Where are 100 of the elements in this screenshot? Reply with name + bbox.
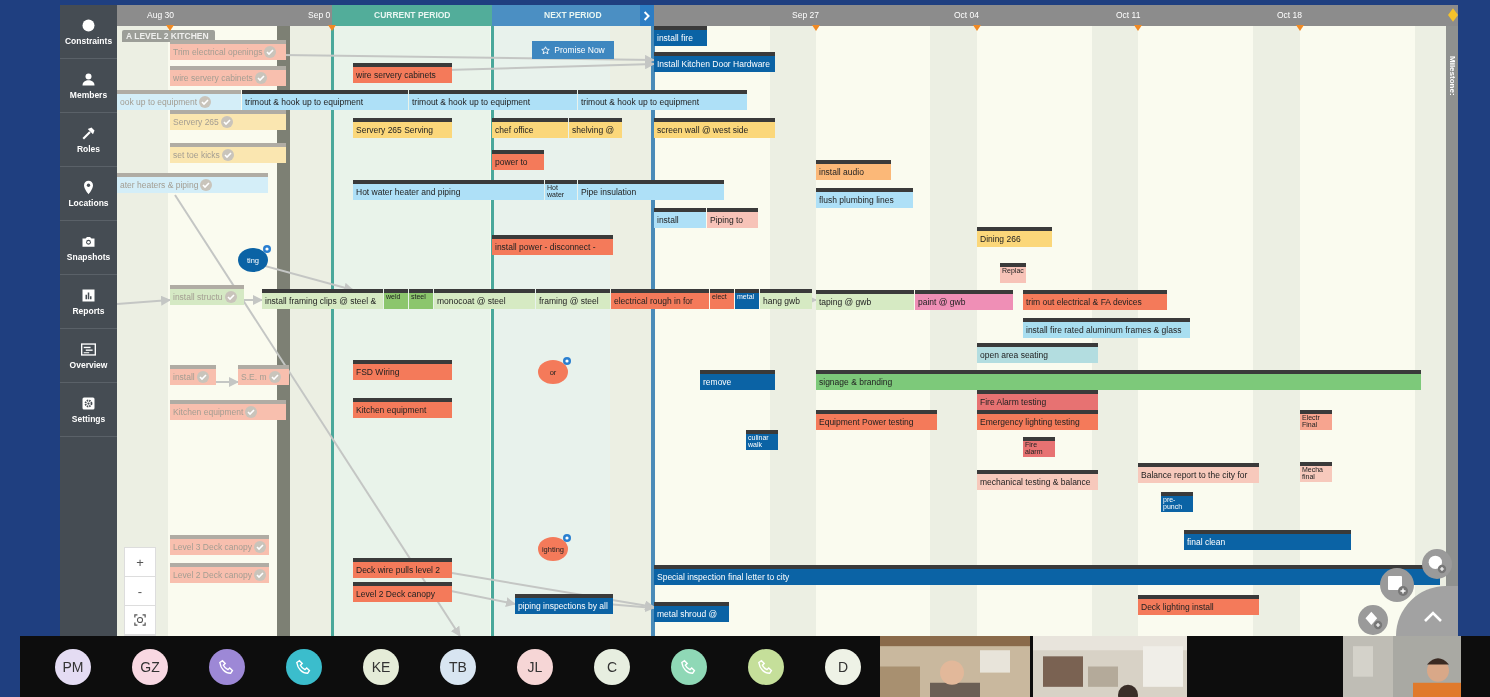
settings-icon <box>81 395 96 411</box>
phone-icon <box>295 657 313 676</box>
task-card[interactable]: final clean <box>1184 530 1351 550</box>
person-icon <box>81 71 96 87</box>
task-card[interactable]: Piping to <box>707 208 758 228</box>
overview-icon <box>81 341 96 357</box>
task-card[interactable]: electrical rough in for <box>611 289 709 309</box>
milestone-diamond-icon <box>1448 7 1458 23</box>
period-label: NEXT PERIOD <box>544 10 602 20</box>
task-card[interactable]: open area seating <box>977 343 1098 363</box>
task-card[interactable]: signage & branding <box>816 370 1421 390</box>
task-card[interactable]: Fire Alarm testing <box>977 390 1098 410</box>
task-card[interactable]: chef office <box>492 118 568 138</box>
participant-avatar[interactable] <box>671 648 707 685</box>
next-button[interactable] <box>640 5 654 26</box>
check-icon <box>264 46 277 58</box>
task-card[interactable]: trim out electrical & FA devices <box>1023 290 1167 310</box>
task-card[interactable]: paint @ gwb <box>915 290 1013 310</box>
task-card[interactable]: Special inspection final letter to city <box>654 565 1440 585</box>
task-card[interactable]: Equipment Power testing <box>816 410 937 430</box>
date-label: Sep 27 <box>792 10 819 20</box>
date-label: Oct 11 <box>1116 10 1141 20</box>
participant-avatar[interactable]: C <box>594 648 630 685</box>
connector-arrow <box>117 295 171 306</box>
task-card[interactable]: install fire <box>654 26 707 46</box>
phone-icon <box>218 657 236 676</box>
check-icon <box>268 371 281 383</box>
task-card[interactable]: framing @ steel <box>536 289 610 309</box>
help-badge-icon <box>563 357 571 365</box>
task-card[interactable]: trimout & hook up to equipment <box>242 90 408 110</box>
task-card[interactable]: install framing clips @ steel & <box>262 289 383 309</box>
star-icon <box>541 45 551 55</box>
task-card[interactable]: mechanical testing & balance <box>977 470 1098 490</box>
participant-avatar[interactable] <box>286 648 322 685</box>
check-icon <box>199 96 212 108</box>
task-card[interactable]: taping @ gwb <box>816 290 914 310</box>
task-card[interactable]: trimout & hook up to equipment <box>409 90 577 110</box>
chevron-right-icon <box>643 10 651 21</box>
task-card[interactable]: wire servery cabinets <box>353 63 452 83</box>
task-card[interactable]: Dining 266 <box>977 227 1052 247</box>
add-icon <box>1363 610 1383 630</box>
task-card[interactable]: Deck wire pulls level 2 <box>353 558 452 578</box>
task-card[interactable]: power to <box>492 150 544 170</box>
add-icon <box>1427 554 1447 574</box>
participant-avatar[interactable]: KE <box>363 648 399 685</box>
date-label: Oct 04 <box>954 10 980 20</box>
phone-icon <box>680 657 698 676</box>
participant-avatar[interactable]: JL <box>517 648 553 685</box>
location-pin-icon <box>81 179 96 195</box>
participant-avatar[interactable]: GZ <box>132 648 168 685</box>
task-card[interactable]: piping inspections by all <box>515 594 613 614</box>
milestone-label: Milestone: <box>1447 56 1457 96</box>
add-note-button[interactable] <box>1380 568 1414 602</box>
help-badge-icon <box>563 534 571 542</box>
task-card[interactable]: install audio <box>816 160 891 180</box>
task-card[interactable]: Kitchen equipment <box>353 398 452 418</box>
bar-chart-icon <box>81 287 96 303</box>
task-card[interactable]: Pipe insulation <box>578 180 724 200</box>
task-card[interactable]: Level 2 Deck canopy <box>353 582 452 602</box>
check-icon <box>220 116 233 128</box>
check-icon <box>224 291 237 303</box>
check-icon <box>253 569 266 581</box>
date-label: Oct 18 <box>1277 10 1303 20</box>
task-card[interactable]: shelving @ <box>569 118 622 138</box>
task-card[interactable]: Install Kitchen Door Hardware <box>654 52 775 72</box>
task-card[interactable]: install power - disconnect - <box>492 235 613 255</box>
participant-avatar[interactable] <box>209 648 245 685</box>
task-card[interactable]: Deck lighting install <box>1138 595 1259 615</box>
task-card[interactable]: Emergency lighting testing <box>977 410 1098 430</box>
task-card[interactable]: metal shroud @ <box>654 602 729 622</box>
task-card[interactable]: hang gwb <box>760 289 812 309</box>
task-card[interactable]: trimout & hook up to equipment <box>578 90 747 110</box>
check-icon <box>245 406 258 418</box>
promise-now-button[interactable]: Promise Now <box>532 41 614 59</box>
task-card[interactable]: install fire rated aluminum frames & glass <box>1023 318 1190 338</box>
task-card[interactable]: monocoat @ steel <box>434 289 535 309</box>
add-icon <box>1385 573 1409 597</box>
check-icon <box>196 371 209 383</box>
task-card[interactable]: remove <box>700 370 775 390</box>
task-card[interactable]: Hot water heater and piping <box>353 180 544 200</box>
period-label: CURRENT PERIOD <box>374 10 451 20</box>
task-card[interactable]: flush plumbing lines <box>816 188 913 208</box>
participant-avatar[interactable]: PM <box>55 648 91 685</box>
participant-avatar[interactable]: TB <box>440 648 476 685</box>
task-card[interactable]: Balance report to the city for <box>1138 463 1259 483</box>
date-label: Aug 30 <box>147 10 174 20</box>
participant-avatar[interactable]: D <box>825 648 861 685</box>
participant-avatar[interactable] <box>748 648 784 685</box>
task-card[interactable]: install <box>654 208 706 228</box>
check-icon <box>221 149 234 161</box>
task-card[interactable]: FSD Wiring <box>353 360 452 380</box>
task-card[interactable]: screen wall @ west side <box>654 118 775 138</box>
add-milestone-button[interactable] <box>1358 605 1388 635</box>
chevron-up-icon <box>1423 611 1443 623</box>
help-badge-icon <box>263 245 271 253</box>
lane-label: A LEVEL 2 KITCHEN <box>122 30 215 42</box>
task-card[interactable]: Servery 265 Serving <box>353 118 452 138</box>
phone-icon <box>757 657 775 676</box>
circle-icon <box>81 17 96 33</box>
check-icon <box>253 541 266 553</box>
